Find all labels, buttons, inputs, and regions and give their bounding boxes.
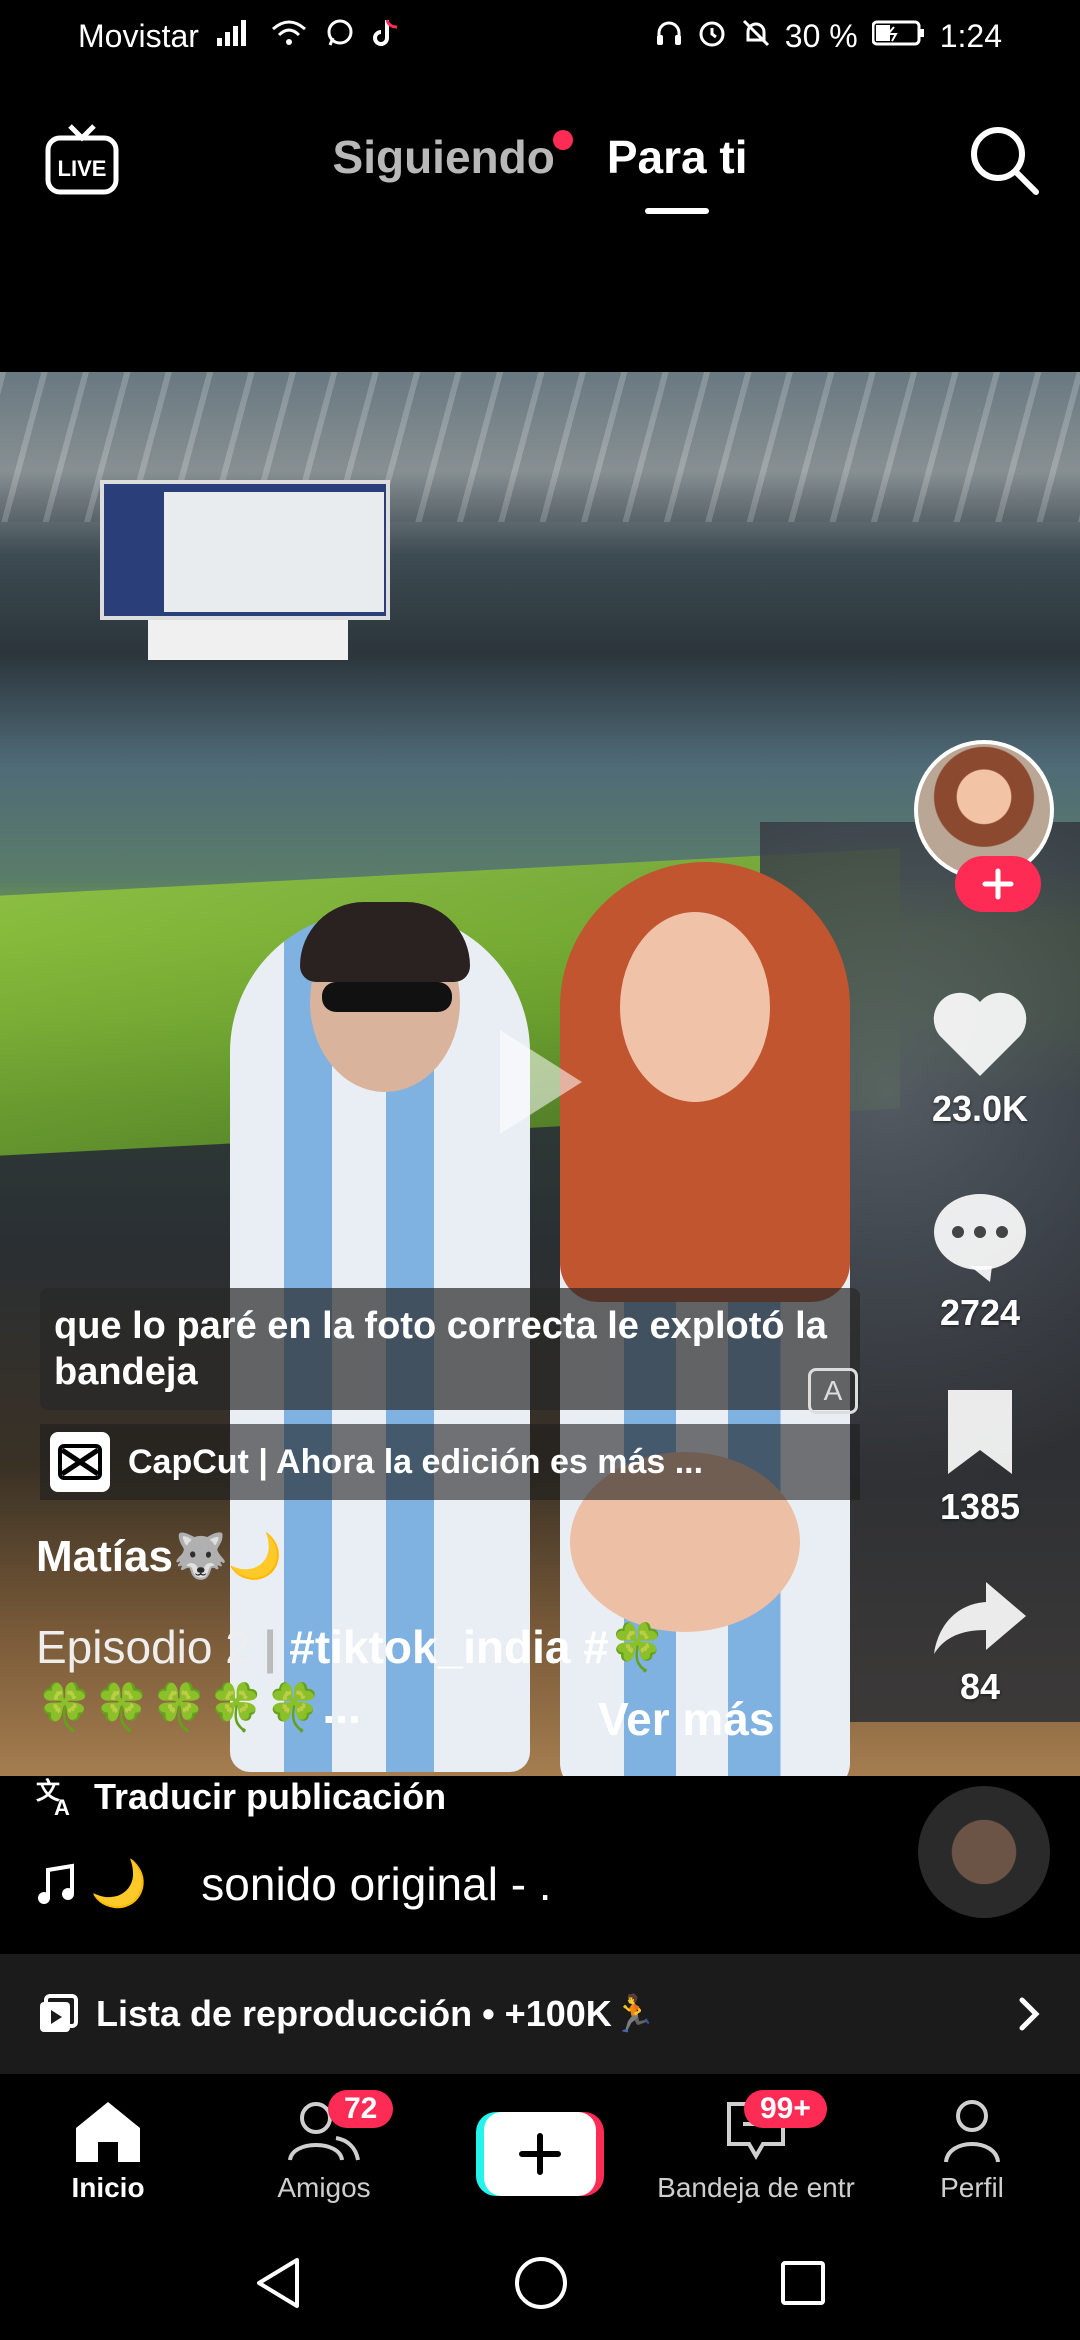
nav-inbox-label: Bandeja de entr [657, 2172, 855, 2203]
sound-emoji: 🌙 [90, 1857, 148, 1909]
sound-disc[interactable] [918, 1786, 1050, 1918]
plus-icon [982, 868, 1014, 900]
battery-icon [871, 19, 926, 53]
capcut-anchor[interactable]: CapCut | Ahora la edición es más ... [40, 1424, 860, 1500]
sound-text: sonido original - . [201, 1857, 552, 1910]
heart-icon [933, 992, 1027, 1076]
translate-label: Traducir publicación [94, 1776, 447, 1817]
nav-home-label: Inicio [71, 2172, 145, 2203]
description-tags[interactable]: #tiktok_india #🍀 [289, 1621, 666, 1673]
nav-inbox[interactable]: Bandeja de entr 99+ [648, 2078, 864, 2226]
tab-following-label: Siguiendo [332, 131, 555, 183]
friends-badge: 72 [328, 2090, 394, 2128]
translate-post-button[interactable]: 文 A Traducir publicación [36, 1776, 446, 1818]
overlay-caption: que lo paré en la foto correcta le explo… [54, 1305, 827, 1393]
comment-button[interactable]: 2724 [900, 1190, 1060, 1334]
back-icon[interactable] [253, 2256, 303, 2310]
nav-friends-label: Amigos [277, 2172, 371, 2203]
profile-icon [944, 2100, 1000, 2163]
see-more-link[interactable]: Ver más [598, 1692, 774, 1746]
sound-info[interactable]: 🌙 sonido original - . [36, 1856, 552, 1911]
playlist-icon [40, 1994, 78, 2032]
nav-profile[interactable]: Perfil [864, 2078, 1080, 2226]
carrier-label: Movistar [78, 17, 199, 54]
capcut-text: CapCut | Ahora la edición es más ... [128, 1442, 704, 1481]
battery-percent: 30 % [784, 17, 858, 54]
tab-for-you[interactable]: Para ti [606, 130, 748, 214]
share-arrow-icon [934, 1582, 1026, 1654]
translate-overlay-icon[interactable]: A [808, 1368, 858, 1414]
top-nav: LIVE Siguiendo Para ti [0, 110, 1080, 240]
tab-for-you-label: Para ti [606, 131, 748, 183]
chevron-right-icon [1019, 1997, 1040, 2031]
separator: | [263, 1621, 277, 1673]
nav-profile-label: Perfil [940, 2172, 1004, 2203]
new-content-dot [552, 130, 573, 150]
inbox-badge: 99+ [744, 2090, 827, 2128]
stadium-scoreboard [100, 480, 390, 620]
play-icon[interactable] [490, 1022, 590, 1142]
playlist-label: Lista de reproducción • +100K🏃 [96, 1993, 657, 2034]
bookmark-icon [948, 1390, 1012, 1474]
tiktok-icon [372, 18, 399, 54]
follow-button[interactable] [955, 856, 1041, 912]
tab-following[interactable]: Siguiendo [332, 130, 573, 184]
music-note-icon [38, 1863, 74, 1904]
create-button[interactable] [476, 2112, 604, 2196]
author-name[interactable]: Matías🐺🌙 [36, 1530, 283, 1582]
save-button[interactable]: 1385 [900, 1386, 1060, 1528]
description-episode: Episodio 2 [36, 1621, 251, 1673]
comment-count: 2724 [939, 1292, 1021, 1333]
like-count: 23.0K [931, 1088, 1029, 1129]
alarm-icon [697, 18, 727, 54]
wifi-icon [271, 19, 307, 53]
share-button[interactable]: 84 [900, 1578, 1060, 1708]
status-bar: Movistar 30 % 1:24 [0, 0, 1080, 72]
recents-icon[interactable] [779, 2259, 827, 2307]
system-nav [0, 2226, 1080, 2340]
svg-text:A: A [54, 1795, 70, 1817]
whatsapp-icon [325, 18, 355, 54]
search-button[interactable] [968, 124, 1040, 196]
search-icon [971, 127, 1039, 195]
save-count: 1385 [939, 1486, 1021, 1527]
creator-avatar[interactable] [914, 740, 1054, 912]
nav-create[interactable] [432, 2078, 648, 2226]
active-tab-indicator [644, 208, 710, 214]
bottom-nav: Inicio Amigos 72 Bandeja de entr 99+ Per… [0, 2078, 1080, 2226]
translate-icon: 文 A [36, 1777, 70, 1817]
headphones-icon [655, 19, 683, 53]
video-text-overlay: que lo paré en la foto correcta le explo… [40, 1288, 860, 1410]
share-count: 84 [959, 1666, 1001, 1707]
nav-friends[interactable]: Amigos 72 [216, 2078, 432, 2226]
capcut-logo-icon [50, 1432, 110, 1492]
mute-bell-icon [741, 18, 771, 54]
playlist-bar[interactable]: Lista de reproducción • +100K🏃 [0, 1954, 1080, 2074]
clock: 1:24 [939, 17, 1002, 54]
nav-home[interactable]: Inicio [0, 2078, 216, 2226]
sponsor-banner [148, 620, 348, 660]
plus-icon [519, 2133, 561, 2175]
home-icon [76, 2102, 140, 2162]
like-button[interactable]: 23.0K [900, 990, 1060, 1130]
comment-icon [934, 1194, 1026, 1282]
home-circle-icon[interactable] [513, 2255, 569, 2311]
signal-icon [216, 20, 253, 52]
